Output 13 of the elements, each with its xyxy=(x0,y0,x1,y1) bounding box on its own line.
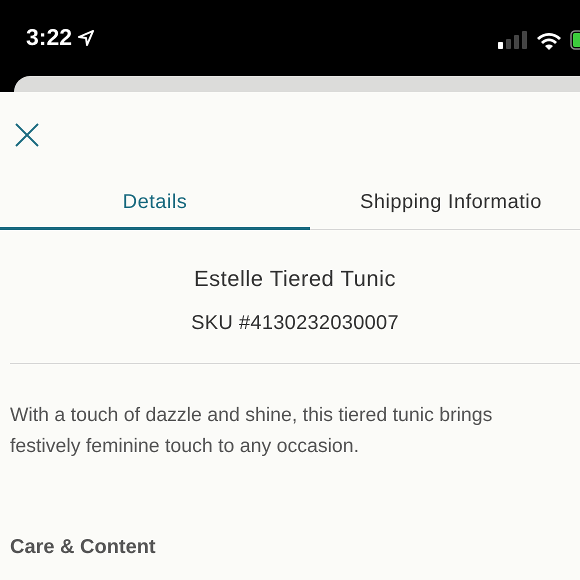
section-heading: Care & Content xyxy=(10,536,157,559)
tab[interactable]: Shipping Informatio xyxy=(310,188,542,230)
product-name: Estelle Tiered Tunic xyxy=(193,266,397,292)
close-icon[interactable] xyxy=(14,122,40,148)
description-line: With a touch of dazzle and shine, this tiered tunic brings xyxy=(10,403,494,428)
wifi-icon xyxy=(536,30,562,50)
battery-icon xyxy=(570,30,580,50)
tab[interactable]: Details xyxy=(0,188,310,230)
location-arrow-icon xyxy=(78,30,94,46)
product-sku: SKU #4130232030007 xyxy=(190,312,400,335)
signal-icon xyxy=(498,31,528,49)
clock-time: 3:22 xyxy=(26,24,72,51)
description-line: festively feminine touch to any occasion. xyxy=(10,434,360,459)
